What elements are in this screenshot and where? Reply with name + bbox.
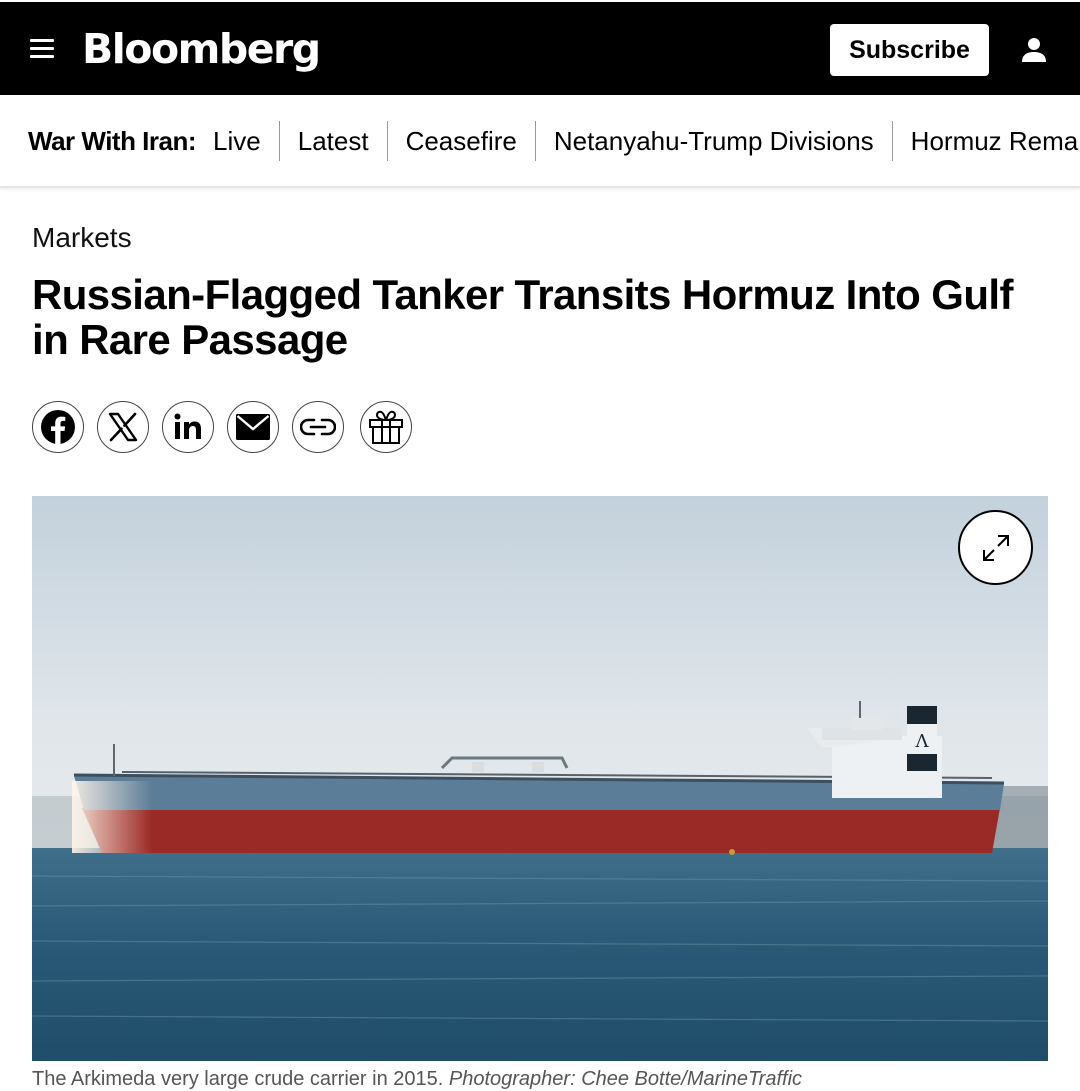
x-share-button[interactable] bbox=[97, 401, 149, 453]
topic-nav-item-netanyahu-trump[interactable]: Netanyahu-Trump Divisions bbox=[534, 121, 892, 161]
link-icon bbox=[300, 418, 336, 436]
linkedin-icon bbox=[174, 413, 201, 439]
article-headline: Russian-Flagged Tanker Transits Hormuz I… bbox=[32, 271, 1013, 363]
expand-icon bbox=[982, 534, 1009, 561]
bloomberg-logo[interactable]: Bloomberg bbox=[82, 24, 321, 74]
facebook-icon bbox=[41, 410, 75, 444]
hero-image[interactable]: Λ bbox=[32, 496, 1048, 1061]
copy-link-button[interactable] bbox=[292, 401, 344, 453]
expand-image-button[interactable] bbox=[958, 510, 1033, 585]
topic-nav: War With Iran: Live Latest Ceasefire Net… bbox=[0, 95, 1080, 188]
topic-nav-item-latest[interactable]: Latest bbox=[278, 121, 387, 161]
hamburger-menu-icon[interactable] bbox=[28, 37, 56, 61]
linkedin-share-button[interactable] bbox=[162, 401, 214, 453]
facebook-share-button[interactable] bbox=[32, 401, 84, 453]
section-kicker[interactable]: Markets bbox=[32, 222, 132, 254]
email-share-button[interactable] bbox=[227, 401, 279, 453]
mail-icon bbox=[236, 414, 270, 440]
top-bar: Bloomberg Subscribe bbox=[0, 0, 1080, 95]
image-caption: The Arkimeda very large crude carrier in… bbox=[32, 1068, 1048, 1091]
share-bar bbox=[32, 401, 425, 453]
caption-credit: Photographer: Chee Botte/MarineTraffic bbox=[448, 1068, 803, 1090]
user-icon[interactable] bbox=[1018, 34, 1050, 66]
topic-nav-item-live[interactable]: Live bbox=[213, 121, 279, 161]
gift-icon bbox=[369, 410, 403, 444]
caption-text: The Arkimeda very large crude carrier in… bbox=[32, 1068, 444, 1090]
gift-article-button[interactable] bbox=[360, 401, 412, 453]
topic-nav-item-ceasefire[interactable]: Ceasefire bbox=[386, 121, 535, 161]
topic-nav-label: War With Iran: bbox=[28, 125, 197, 156]
x-twitter-icon bbox=[108, 412, 138, 442]
subscribe-button[interactable]: Subscribe bbox=[830, 24, 989, 76]
svg-text:Λ: Λ bbox=[915, 731, 930, 752]
topic-nav-item-hormuz[interactable]: Hormuz Remain bbox=[891, 121, 1080, 161]
